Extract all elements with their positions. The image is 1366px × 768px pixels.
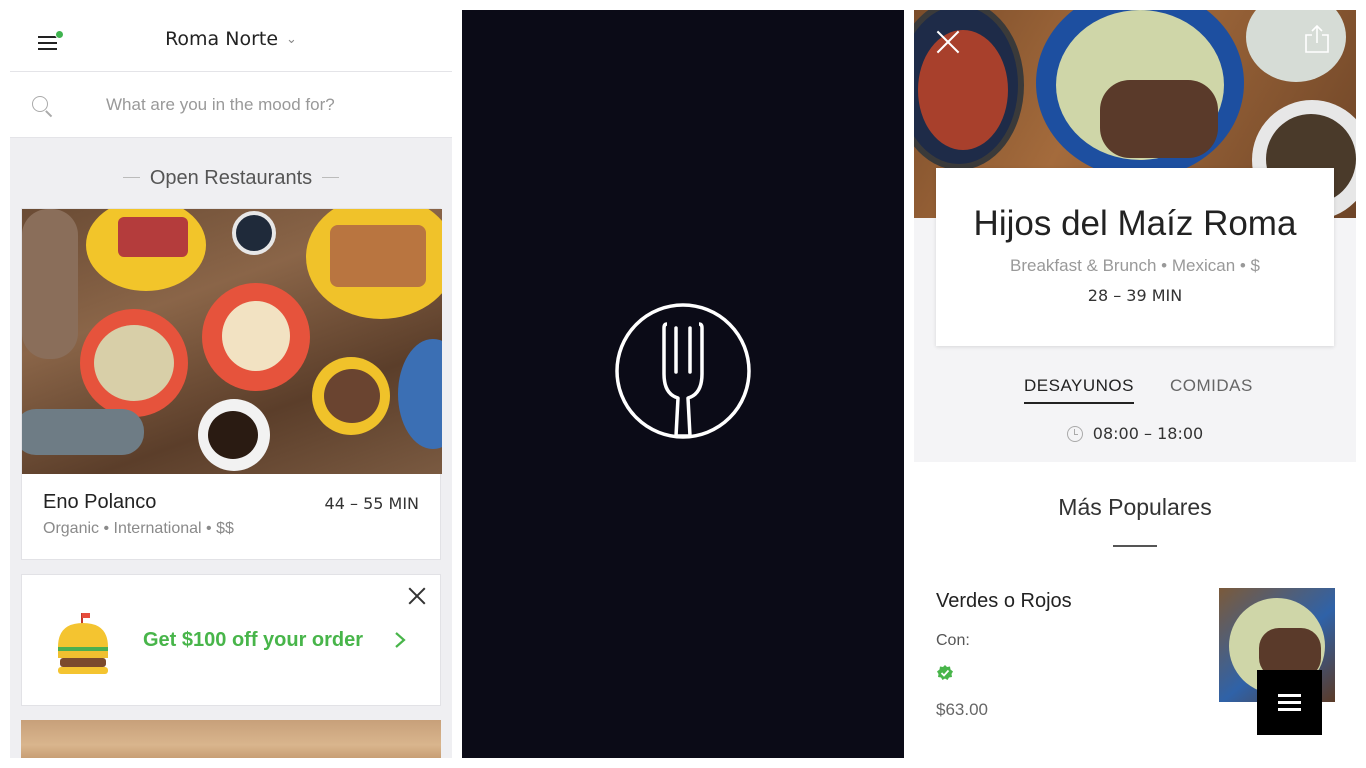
- location-selector[interactable]: Roma Norte ⌄: [10, 28, 452, 50]
- top-bar: Roma Norte ⌄: [10, 10, 452, 72]
- close-icon[interactable]: [936, 30, 960, 54]
- restaurant-photo: [22, 209, 442, 474]
- close-icon[interactable]: [408, 587, 426, 605]
- search-bar: [10, 72, 452, 138]
- splash-screen: [462, 10, 904, 758]
- section-heading: Más Populares: [1058, 494, 1212, 520]
- menu-item-price: $63.00: [936, 700, 988, 719]
- delivery-time: 44 – 55 MIN: [324, 494, 419, 513]
- promo-banner[interactable]: Get $100 off your order: [21, 574, 441, 706]
- tab-desayunos[interactable]: DESAYUNOS: [1024, 376, 1134, 404]
- chevron-right-icon: [395, 632, 406, 648]
- divider: [1113, 545, 1157, 547]
- restaurant-tags: Organic • International • $$: [43, 520, 234, 537]
- restaurant-detail-screen: Hijos del Maíz Roma Breakfast & Brunch •…: [914, 10, 1356, 758]
- menu-item-option-label: Con:: [936, 632, 970, 649]
- verified-check-icon: [937, 665, 953, 680]
- menu-tabs: DESAYUNOS COMIDAS: [914, 376, 1356, 406]
- menu-fab-button[interactable]: [1257, 670, 1322, 735]
- hours-label: 08:00 – 18:00: [1092, 424, 1204, 443]
- location-label: Roma Norte: [165, 28, 279, 50]
- section-heading: Open Restaurants: [10, 167, 452, 190]
- delivery-time: 28 – 39 MIN: [1087, 286, 1183, 305]
- restaurant-title: Hijos del Maíz Roma: [973, 204, 1297, 243]
- share-icon[interactable]: [1304, 24, 1330, 54]
- clock-icon: [1066, 426, 1083, 442]
- tab-comidas[interactable]: COMIDAS: [1170, 376, 1253, 396]
- restaurant-categories: Breakfast & Brunch • Mexican • $: [1009, 256, 1260, 275]
- opening-hours: 08:00 – 18:00: [914, 424, 1356, 443]
- burger-icon: [58, 613, 108, 674]
- search-icon: [32, 96, 48, 112]
- restaurant-list-screen: Roma Norte⌄ Open Restaurants Eno P: [10, 10, 452, 758]
- promo-text: Get $100 off your order: [143, 629, 364, 651]
- fork-logo-icon: [615, 303, 751, 439]
- restaurant-info-card: Hijos del Maíz Roma Breakfast & Brunch •…: [936, 168, 1334, 346]
- restaurant-card-partial[interactable]: [21, 720, 441, 758]
- restaurant-name: Eno Polanco: [43, 491, 157, 513]
- chevron-down-icon: ⌄: [286, 32, 297, 47]
- restaurant-card[interactable]: Eno Polanco 44 – 55 MIN Organic • Intern…: [21, 208, 442, 560]
- search-input[interactable]: [106, 92, 426, 118]
- menu-item-name[interactable]: Verdes o Rojos: [936, 590, 1072, 613]
- section-heading-label: Open Restaurants: [149, 167, 313, 189]
